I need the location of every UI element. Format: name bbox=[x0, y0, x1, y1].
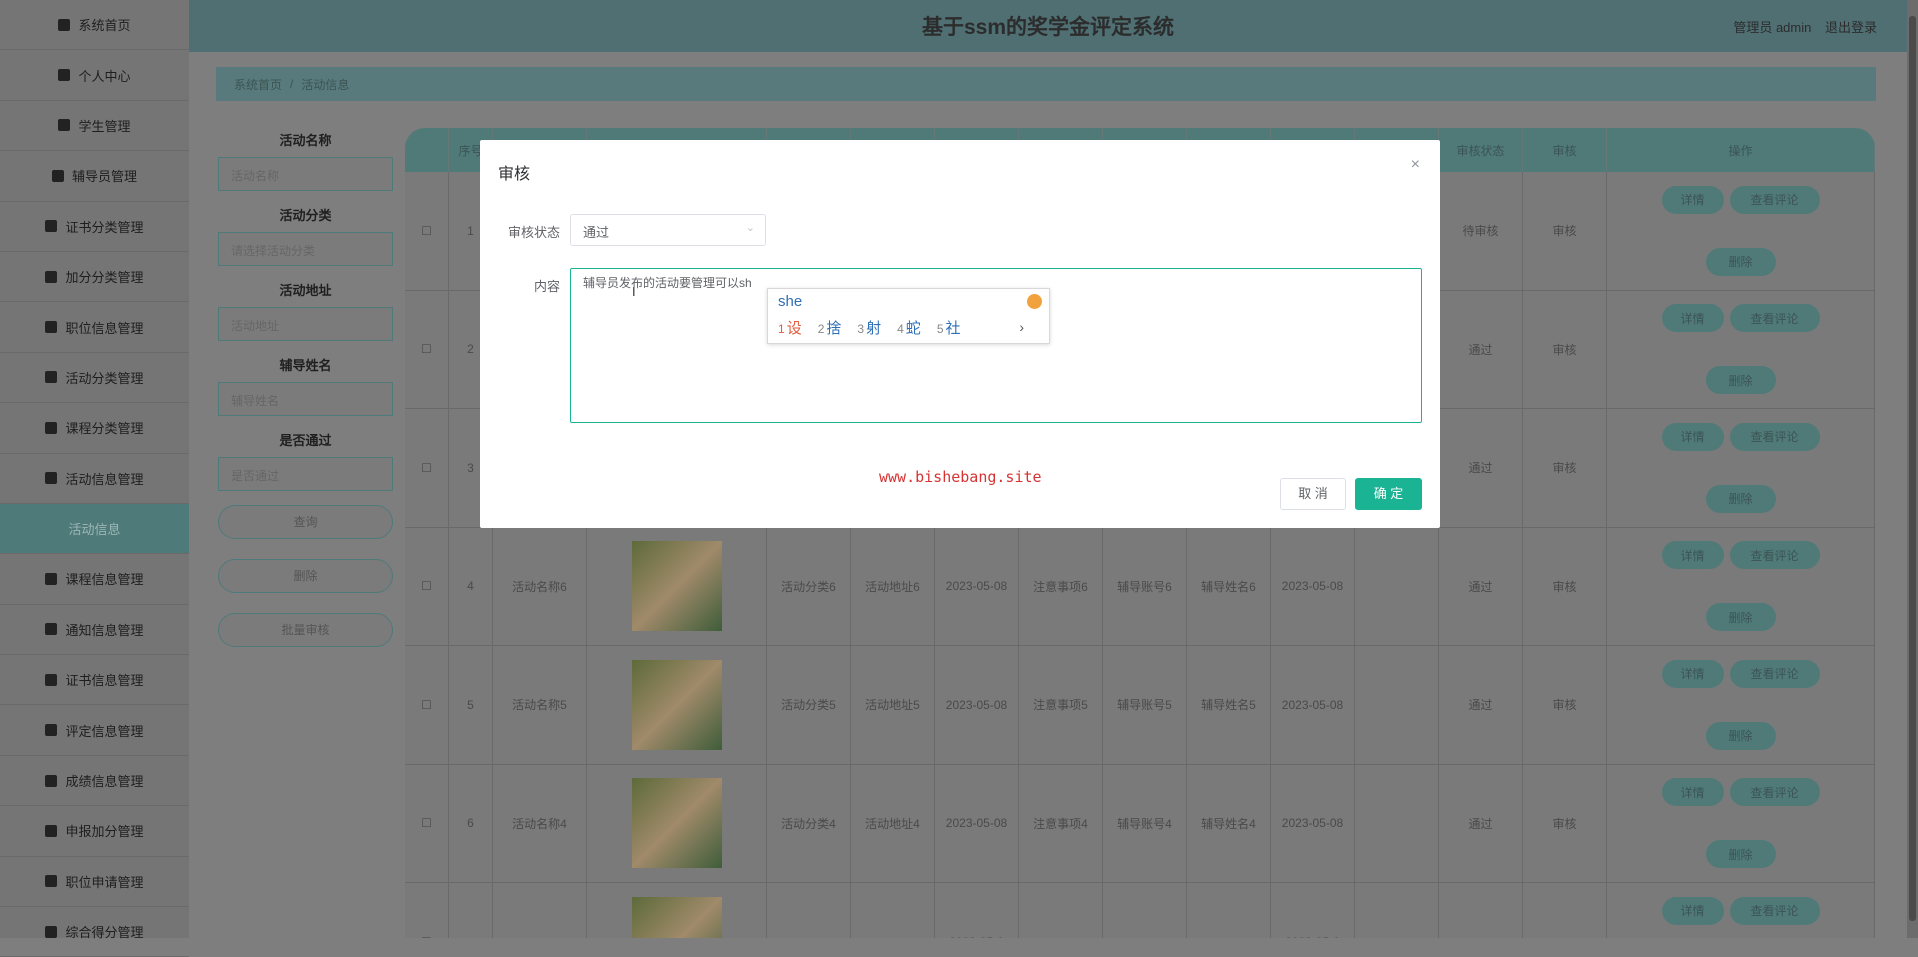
ime-candidate[interactable]: 4蛇 bbox=[897, 317, 921, 338]
ime-candidate-char: 射 bbox=[866, 320, 882, 337]
ime-candidate-window: she 1设 2捨 3射 4蛇 5社 › bbox=[767, 288, 1050, 344]
cancel-button[interactable]: 取 消 bbox=[1280, 478, 1346, 510]
ime-candidate[interactable]: 5社 bbox=[937, 317, 961, 338]
watermark: www.bishebang.site bbox=[879, 468, 1042, 486]
dialog-title: 审核 bbox=[498, 166, 531, 183]
ime-pinyin: she bbox=[778, 293, 803, 310]
ime-candidate-char: 社 bbox=[945, 320, 961, 337]
ime-candidate-number: 2 bbox=[817, 322, 825, 336]
ime-candidate-char: 设 bbox=[786, 320, 802, 337]
ime-emoji-icon[interactable] bbox=[1027, 294, 1042, 309]
ime-candidate-number: 1 bbox=[778, 322, 785, 336]
ime-candidate-number: 3 bbox=[857, 322, 865, 336]
ime-candidate[interactable]: 2捨 bbox=[818, 317, 842, 338]
confirm-button[interactable]: 确 定 bbox=[1355, 478, 1422, 510]
content-label: 内容 bbox=[534, 279, 561, 294]
chevron-down-icon: ⌄ bbox=[745, 222, 755, 234]
ime-candidate[interactable]: 1设 bbox=[778, 317, 802, 338]
audit-status-select[interactable]: 通过 ⌄ bbox=[570, 214, 766, 246]
audit-status-value: 通过 bbox=[583, 225, 610, 240]
ime-candidate-number: 5 bbox=[936, 322, 944, 336]
ime-candidate-char: 捨 bbox=[826, 320, 842, 337]
text-cursor-icon: I bbox=[632, 284, 636, 299]
audit-status-label: 审核状态 bbox=[508, 225, 561, 240]
ime-candidate[interactable]: 3射 bbox=[857, 317, 881, 338]
ime-candidates: 1设 2捨 3射 4蛇 5社 bbox=[778, 317, 961, 338]
ime-next-page-icon[interactable]: › bbox=[1019, 319, 1024, 335]
ime-candidate-char: 蛇 bbox=[905, 320, 921, 337]
ime-candidate-number: 4 bbox=[897, 322, 904, 336]
close-icon[interactable]: × bbox=[1411, 156, 1420, 174]
